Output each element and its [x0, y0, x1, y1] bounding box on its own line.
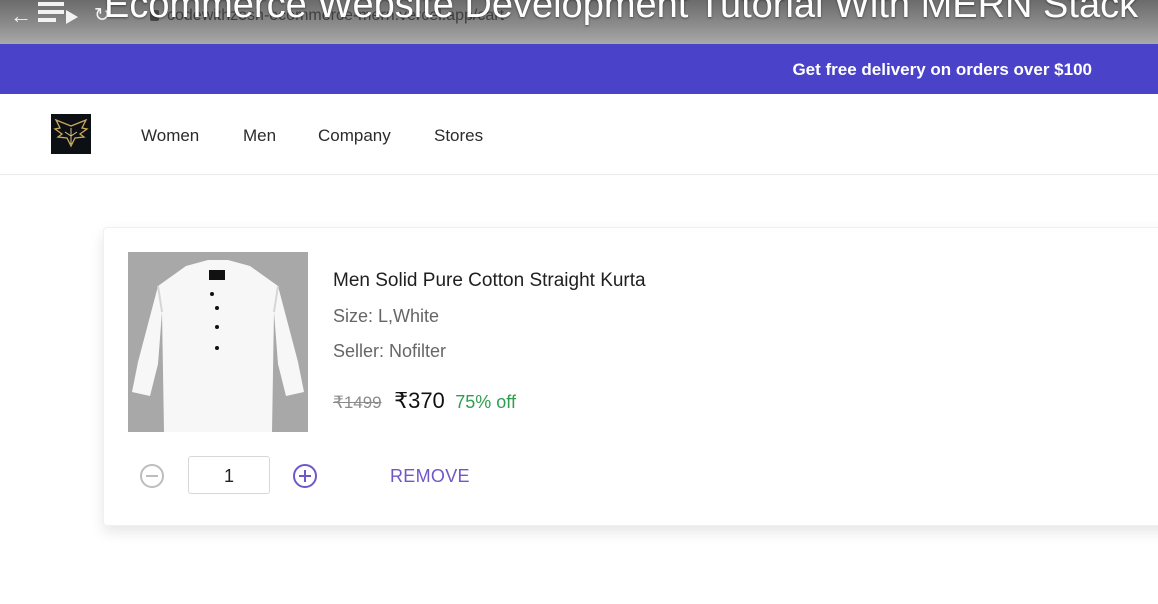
- discount-percent: 75% off: [455, 392, 516, 412]
- main-nav: Women Men Company Stores: [0, 94, 1158, 175]
- product-size: Size: L,White: [333, 306, 440, 326]
- eagle-logo-icon[interactable]: [51, 114, 91, 154]
- promo-banner: Get free delivery on orders over $100: [0, 44, 1158, 94]
- increase-quantity-button[interactable]: [292, 463, 318, 489]
- product-image[interactable]: [128, 252, 308, 432]
- cart-item-card: Men Solid Pure Cotton Straight Kurta Siz…: [103, 227, 1158, 526]
- quantity-input[interactable]: 1: [188, 456, 270, 494]
- nav-item-men[interactable]: Men: [243, 126, 276, 146]
- remove-button[interactable]: REMOVE: [390, 466, 470, 487]
- nav-item-company[interactable]: Company: [318, 126, 391, 146]
- promo-banner-text: Get free delivery on orders over $100: [792, 60, 1092, 79]
- playlist-icon[interactable]: [38, 0, 78, 26]
- nav-item-women[interactable]: Women: [141, 126, 199, 146]
- price-row: ₹1499 ₹370 75% off: [333, 388, 516, 414]
- discounted-price: ₹370: [394, 388, 445, 413]
- video-title: Ecommerce Website Development Tutorial W…: [104, 0, 1139, 26]
- product-title[interactable]: Men Solid Pure Cotton Straight Kurta: [333, 270, 646, 292]
- nav-item-stores[interactable]: Stores: [434, 126, 483, 146]
- browser-bar: ← ↻ codewithzosh-ecommerce-mern.vercel.a…: [0, 0, 1158, 44]
- decrease-quantity-button[interactable]: [139, 463, 165, 489]
- product-seller: Seller: Nofilter: [333, 341, 447, 361]
- back-arrow-icon[interactable]: ←: [10, 4, 32, 28]
- original-price: ₹1499: [333, 393, 382, 412]
